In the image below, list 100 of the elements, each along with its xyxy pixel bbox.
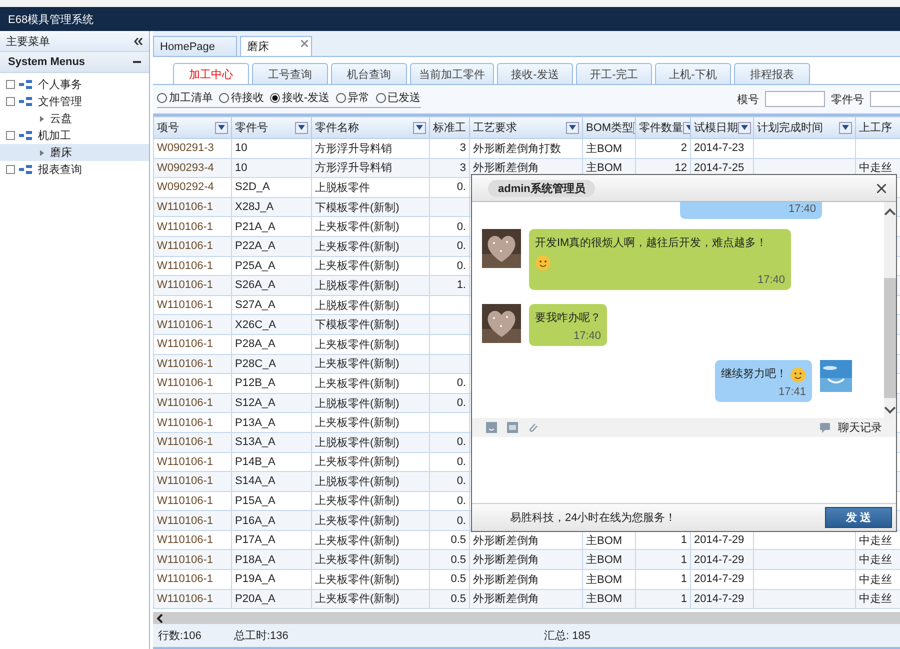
table-cell: W090292-4 [157, 181, 214, 194]
radio-option[interactable]: 待接收 [219, 90, 264, 105]
table-cell: P12B_A [235, 377, 276, 390]
radio-option[interactable]: 已发送 [376, 90, 421, 105]
table-cell: W110106-1 [157, 592, 214, 605]
table-cell: 10 [235, 162, 248, 174]
table-cell: 上夹板零件(新制) [315, 358, 400, 370]
emoji-icon[interactable] [486, 422, 497, 433]
table-cell: W110106-1 [157, 201, 214, 214]
table-cell: 上夹板零件(新制) [315, 593, 400, 606]
send-button[interactable]: 发 送 [825, 507, 892, 528]
hierarchy-icon [19, 131, 32, 140]
tab[interactable]: 接收-发送 [497, 63, 573, 84]
table-cell: P20A_A [235, 592, 276, 605]
slogan: 易胜科技，24小时在线为您服务！ [510, 511, 676, 525]
history-link[interactable]: 聊天记录 [838, 420, 882, 435]
radio-option[interactable]: 加工清单 [157, 90, 213, 105]
message-time: 17:40 [572, 330, 601, 342]
scrollbar-thumb[interactable] [884, 278, 896, 398]
radio-option[interactable]: 异常 [336, 90, 370, 105]
table-cell: 上脱板零件(新制) [315, 476, 400, 488]
tree-item[interactable]: 云盘 [0, 110, 149, 127]
scroll-left-icon[interactable] [157, 614, 163, 622]
table-cell: 上夹板零件(新制) [315, 378, 400, 390]
table-cell: 3 [460, 162, 466, 174]
tab[interactable]: 加工中心 [173, 63, 249, 84]
field-label: 零件号 [831, 92, 864, 106]
section-title: System Menus [8, 56, 86, 68]
table-cell: 2014-7-29 [694, 573, 744, 586]
summary: 汇总: 185 [544, 629, 590, 643]
table-cell: 外形断差倒角 [473, 554, 539, 566]
table-cell: 12 [674, 162, 687, 174]
table-cell: 主BOM [586, 142, 622, 155]
close-icon[interactable] [877, 184, 886, 192]
table-cell: 上脱板零件(新制) [315, 300, 400, 312]
dropdown-icon[interactable] [566, 122, 579, 134]
dropdown-icon[interactable] [295, 122, 308, 134]
table-cell: 中走丝 [859, 534, 892, 547]
tree-item[interactable]: 机加工 [0, 127, 149, 144]
table-cell: 上脱板零件(新制) [315, 280, 400, 292]
tab[interactable]: 机台查询 [331, 63, 407, 84]
table-cell: W110106-1 [157, 397, 214, 410]
tab[interactable]: 上机-下机 [655, 63, 731, 84]
dropdown-icon[interactable] [215, 122, 228, 134]
table-cell: 上脱板零件 [315, 182, 370, 194]
table-cell: P19A_A [235, 573, 276, 586]
message-time: 17:41 [777, 386, 806, 398]
caret-icon [40, 116, 44, 122]
table-cell: 上夹板零件(新制) [315, 240, 400, 253]
table-cell: W110106-1 [157, 534, 214, 546]
column-header[interactable]: 项号 [157, 120, 179, 135]
table-cell: 2014-7-25 [694, 162, 744, 174]
chat-title: admin系统管理员 [488, 180, 596, 196]
table-cell: 0. [456, 377, 466, 390]
dropdown-icon[interactable] [839, 122, 852, 134]
tab[interactable]: 排程报表 [734, 63, 810, 84]
table-cell: 主BOM [586, 162, 622, 174]
radio-option[interactable]: 接收-发送 [270, 90, 330, 105]
tab[interactable]: HomePage [153, 36, 237, 56]
table-cell: 主BOM [586, 554, 622, 566]
table-cell: P28C_A [235, 358, 276, 370]
message-text: 继续努力吧！ [721, 367, 787, 382]
table-cell: P18A_A [235, 554, 276, 566]
table-cell: P25A_A [235, 260, 276, 272]
table-cell: P15A_A [235, 494, 276, 507]
tree-item[interactable]: 报表查询 [0, 161, 149, 178]
table-cell: P17A_A [235, 534, 276, 546]
table-cell: 0. [456, 494, 466, 507]
table-cell: 外形断差倒角打数 [473, 142, 561, 155]
collapse-icon[interactable] [134, 38, 143, 44]
table-cell: S13A_A [235, 436, 276, 448]
table-cell: 上夹板零件(新制) [315, 515, 400, 528]
table-cell: 0. [456, 240, 466, 252]
paperclip-icon[interactable] [528, 422, 538, 433]
input-field[interactable] [765, 91, 825, 107]
table-cell: W110106-1 [157, 260, 214, 272]
tab[interactable]: 工号查询 [252, 63, 328, 84]
table-cell: X26C_A [235, 318, 276, 331]
table-cell: 上夹板零件(新制) [315, 221, 400, 234]
tab[interactable]: 磨床 [240, 36, 312, 56]
tree-item[interactable]: 磨床 [0, 144, 149, 161]
tree-item[interactable]: 个人事务 [0, 76, 149, 93]
tab[interactable]: 当前加工零件 [410, 63, 494, 84]
table-cell: W110106-1 [157, 377, 214, 390]
table-cell: S27A_A [235, 299, 276, 312]
dropdown-icon[interactable] [413, 122, 426, 134]
table-cell: 0. [456, 181, 466, 194]
table-cell: 2014-7-29 [694, 554, 744, 566]
tab[interactable]: 开工-完工 [576, 63, 652, 84]
app-title: E68模具管理系统 [8, 12, 94, 26]
table-cell: 1 [680, 554, 687, 566]
table-cell: 方形浮升导料销 [315, 162, 392, 174]
row-count: 行数:106 [158, 629, 202, 643]
message-time: 17:40 [787, 203, 816, 215]
dropdown-icon[interactable] [738, 122, 751, 134]
table-cell: 0. [456, 475, 466, 488]
table-cell: W110106-1 [157, 299, 214, 312]
table-cell: 上脱板零件(新制) [315, 436, 400, 449]
table-cell: 主BOM [586, 574, 622, 586]
tree-item[interactable]: 文件管理 [0, 93, 149, 110]
